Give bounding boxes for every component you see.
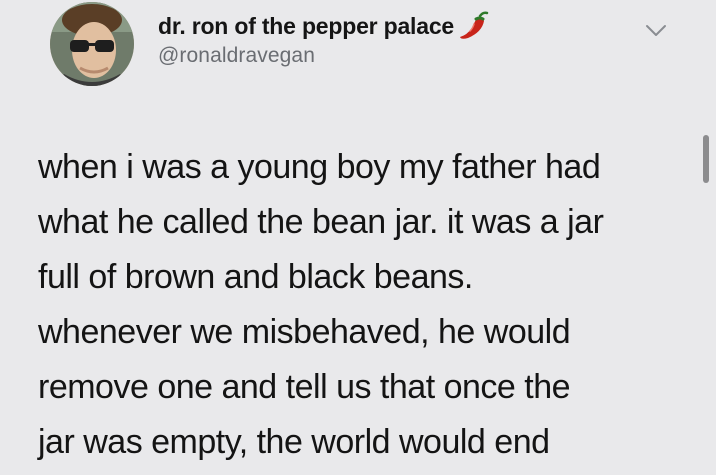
user-handle[interactable]: @ronaldravegan (158, 44, 492, 68)
tweet-text-line: remove one and tell us that once the (38, 368, 571, 406)
avatar[interactable] (50, 2, 134, 86)
display-name[interactable]: dr. ron of the pepper palace (158, 13, 454, 40)
tweet-text-line: when i was a young boy my father had (38, 148, 601, 186)
tweet-text-line: full of brown and black beans. (38, 258, 473, 296)
tweet-text-line: jar was empty, the world would end (38, 423, 550, 461)
tweet-text-line: whenever we misbehaved, he would (38, 313, 571, 351)
tweet-text-line: what he called the bean jar. it was a ja… (38, 203, 604, 241)
tweet-card: dr. ron of the pepper palace @ronaldrave… (0, 0, 716, 475)
avatar-photo (50, 2, 134, 86)
chevron-down-icon[interactable] (645, 24, 667, 38)
tweet-header: dr. ron of the pepper palace @ronaldrave… (158, 11, 492, 68)
hot-pepper-icon (458, 11, 492, 41)
tweet-body: when i was a young boy my father had wha… (38, 140, 678, 470)
display-name-row: dr. ron of the pepper palace (158, 11, 492, 41)
scrollbar-thumb[interactable] (703, 135, 709, 183)
